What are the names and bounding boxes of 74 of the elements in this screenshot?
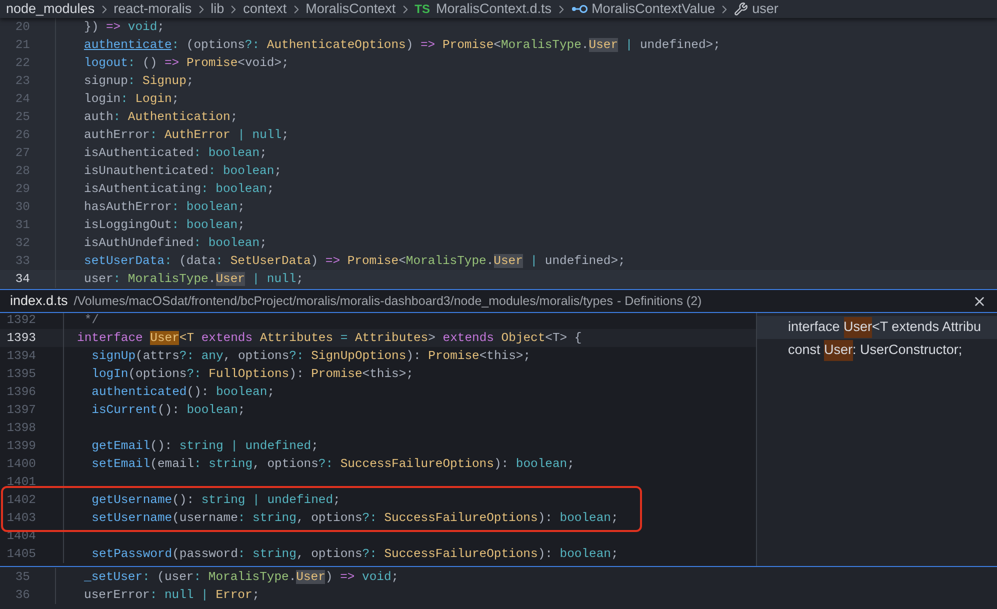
line-number: 29 — [14, 180, 30, 198]
code-line: auth: Authentication; — [84, 108, 238, 126]
code-line: isCurrent(): boolean; — [90, 402, 246, 419]
line-number: 34 — [14, 270, 30, 288]
code-line: isAuthUndefined: boolean; — [84, 234, 267, 252]
line-number: 1398 — [6, 420, 36, 437]
line-number: 31 — [14, 216, 30, 234]
line-number: 28 — [14, 162, 30, 180]
code-line: setEmail(email: string, options?: SuccessFailureOptions): boolean; — [90, 456, 574, 473]
line-number: 1401 — [6, 474, 36, 491]
peek-file-name: index.d.ts — [10, 292, 68, 310]
code-line: }) => void; — [84, 18, 164, 36]
line-number: 1392 — [6, 313, 36, 329]
breadcrumb-item[interactable]: context — [243, 0, 287, 20]
code-line: setUsername(username: string, options?: SuccessFailureOptions): boolean; — [90, 510, 618, 527]
file-type-label: TS — [414, 1, 430, 18]
line-number: 1402 — [6, 492, 36, 509]
code-line: authError: AuthError | null; — [84, 126, 289, 144]
line-number: 1395 — [6, 366, 36, 383]
interface-icon — [570, 4, 588, 14]
code-line: _setUser: (user: MoralisType.User) => void; — [84, 568, 399, 586]
code-line: isUnauthenticated: boolean; — [84, 162, 282, 180]
line-number: 33 — [14, 252, 30, 270]
code-line: logIn(options?: FullOptions): Promise<this>; — [90, 366, 414, 383]
line-number: 1396 — [6, 384, 36, 401]
code-line: getUsername(): string | undefined; — [90, 492, 340, 509]
line-number: 1394 — [6, 348, 36, 365]
code-line: interface User<T extends Attributes = Attributes> extends Object<T> { — [77, 330, 582, 347]
breadcrumb-item[interactable]: MoralisContextValue — [592, 0, 716, 20]
code-line: getEmail(): string | undefined; — [90, 438, 318, 455]
line-number: 32 — [14, 234, 30, 252]
code-line: isLoggingOut: boolean; — [84, 216, 245, 234]
line-number: 35 — [14, 568, 30, 586]
wrench-icon — [734, 2, 748, 16]
line-number: 1403 — [6, 510, 36, 527]
line-number: 23 — [14, 72, 30, 90]
line-number: 20 — [14, 18, 30, 36]
breadcrumb-item[interactable]: react-moralis — [114, 0, 192, 20]
code-line: userError: null | Error; — [84, 586, 260, 604]
breadcrumb-item[interactable]: MoralisContext — [306, 0, 396, 20]
code-line: authenticated(): boolean; — [90, 384, 275, 401]
code-line: user: MoralisType.User | null; — [84, 270, 304, 288]
peek-meta: - Definitions (2) — [616, 292, 702, 310]
line-number: 36 — [14, 586, 30, 604]
breadcrumb-item[interactable]: node_modules — [6, 0, 95, 20]
reference-item[interactable]: interface User<T extends Attribu — [757, 316, 997, 339]
line-number: 22 — [14, 54, 30, 72]
code-line: signup: Signup; — [84, 72, 194, 90]
code-line: isAuthenticating: boolean; — [84, 180, 274, 198]
breadcrumb-item[interactable]: lib — [210, 0, 224, 20]
line-number: 30 — [14, 198, 30, 216]
code-line: setUserData: (data: SetUserData) => Promise<MoralisType.User | undefined>; — [84, 252, 626, 270]
line-number: 1405 — [6, 546, 36, 563]
breadcrumb-item[interactable]: user — [752, 0, 778, 20]
code-line: setPassword(password: string, options?: SuccessFailureOptions): boolean; — [90, 546, 618, 563]
line-number: 1397 — [6, 402, 36, 419]
peek-file-path: /Volumes/macOSdat/frontend/bcProject/moralis/moralis-dashboard3/node_modules/moralis/types — [74, 292, 613, 310]
line-number: 1400 — [6, 456, 36, 473]
line-number: 25 — [14, 108, 30, 126]
line-number: 27 — [14, 144, 30, 162]
reference-item[interactable]: const User: UserConstructor; — [757, 339, 997, 362]
line-number: 26 — [14, 126, 30, 144]
code-line: logout: () => Promise<void>; — [84, 54, 289, 72]
code-line: isAuthenticated: boolean; — [84, 144, 267, 162]
line-number: 24 — [14, 90, 30, 108]
breadcrumb-item[interactable]: MoralisContext.d.ts — [436, 0, 552, 20]
line-number: 1393 — [6, 330, 36, 347]
line-number: 21 — [14, 36, 30, 54]
code-line: authenticate: (options?: AuthenticateOptions) => Promise<MoralisType.User | undefined>; — [84, 36, 720, 54]
code-line: */ — [83, 313, 99, 329]
code-line: signUp(attrs?: any, options?: SignUpOptions): Promise<this>; — [90, 348, 531, 365]
line-number: 1399 — [6, 438, 36, 455]
code-line: hasAuthError: boolean; — [84, 198, 245, 216]
code-line: login: Login; — [84, 90, 180, 108]
